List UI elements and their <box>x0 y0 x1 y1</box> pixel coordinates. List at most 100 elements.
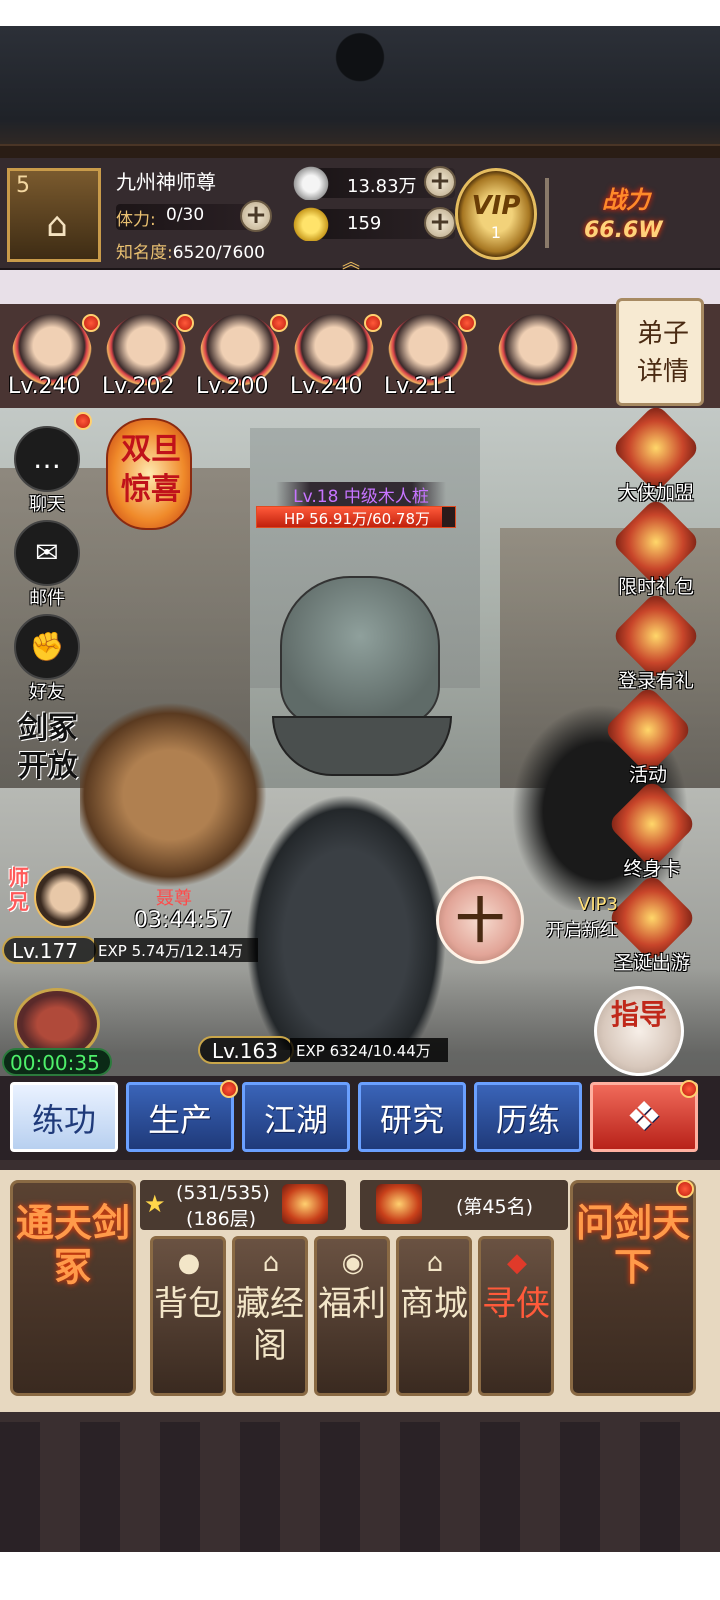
enemy-hp-text: HP 56.91万/60.78万 <box>283 510 431 528</box>
vip-label: VIP <box>471 191 521 221</box>
add-stamina-button[interactable]: + <box>240 200 272 232</box>
roof-ornament <box>320 26 400 104</box>
chat-button[interactable]: … 聊天 <box>8 424 86 515</box>
christmas-trip-label: 圣诞出游 <box>613 952 690 974</box>
library-button[interactable]: ⌂ 藏经阁 <box>232 1236 308 1396</box>
guide-button[interactable]: 指导 <box>594 986 684 1076</box>
boss-timer: 03:44:57 <box>134 908 233 933</box>
tab-practice[interactable]: 练功 <box>10 1082 118 1152</box>
disciple-slot[interactable]: Lv.240 <box>8 310 100 406</box>
sword-tomb-open-badge[interactable]: 剑冢开放 <box>8 710 88 790</box>
gift-box-icon[interactable] <box>376 1184 422 1224</box>
disciple-level: Lv.202 <box>102 374 175 399</box>
ranking-progress[interactable]: (第45名) <box>360 1180 568 1230</box>
hero-character[interactable] <box>236 780 456 1050</box>
hero-exp: EXP 6324/10.44万 <box>296 1042 431 1060</box>
shop-label: 商城 <box>400 1284 468 1324</box>
disciple-level: Lv.240 <box>290 374 363 399</box>
scroll-icon: ◆ <box>507 1248 527 1278</box>
senior-exp-bar: EXP 5.74万/12.14万 <box>94 938 258 962</box>
sword-tomb-label: 剑冢开放 <box>18 711 78 784</box>
hero-level-pill: Lv.163 <box>198 1036 294 1064</box>
tab-jianghu[interactable]: 江湖 <box>242 1082 350 1152</box>
tab-label: 历练 <box>495 1101 560 1139</box>
welfare-label: 福利 <box>318 1284 386 1324</box>
tab-label: 江湖 <box>263 1101 328 1139</box>
notification-dot <box>82 314 100 332</box>
sect-hall-timer-text: 00:00:35 <box>10 1051 100 1075</box>
fist-friends-icon: ✊ <box>14 614 80 680</box>
mail-button[interactable]: ✉ 邮件 <box>8 518 86 609</box>
bottom-bar <box>0 1552 720 1600</box>
senior-brother-slot[interactable]: 师兄 <box>4 866 98 932</box>
notification-dot <box>458 314 476 332</box>
disciple-portrait <box>498 314 578 394</box>
combat-power[interactable]: 战力 66.6W <box>584 180 704 250</box>
sword-world-card[interactable]: 问剑天下 <box>570 1180 696 1396</box>
vip-badge[interactable]: VIP 1 <box>455 168 537 260</box>
bag-icon: ● <box>177 1248 201 1278</box>
disciple-row: Lv.240 Lv.202 Lv.200 Lv.240 Lv.211 <box>0 304 720 408</box>
chat-label: 聊天 <box>29 494 65 515</box>
player-avatar[interactable]: 5 ⌂ <box>7 168 101 262</box>
hero-join-button[interactable]: 大侠加盟 <box>606 402 706 508</box>
sword-tomb-card[interactable]: 通天剑冢 <box>10 1180 136 1396</box>
dove-mail-icon: ✉ <box>14 520 80 586</box>
disciple-slot[interactable]: Lv.211 <box>384 310 476 406</box>
hero-exp-bar: EXP 6324/10.44万 <box>290 1038 448 1062</box>
enemy-name: Lv.18 中级木人桩 <box>276 482 446 507</box>
function-panel: 通天剑冢 ★ (531/535) (186层) (第45名) ● 背包 ⌂ 藏经… <box>0 1160 720 1422</box>
star-icon: ★ <box>144 1190 166 1218</box>
tab-label: 练功 <box>31 1101 96 1139</box>
welfare-button[interactable]: ◉ 福利 <box>314 1236 390 1396</box>
disciple-level: Lv.211 <box>384 374 457 399</box>
login-reward-button[interactable]: 登录有礼 <box>606 590 706 696</box>
disciple-slot[interactable]: Lv.240 <box>290 310 382 406</box>
vip3-subtext: 开启新红 <box>546 920 618 941</box>
tab-training[interactable]: 历练 <box>474 1082 582 1152</box>
tower-progress[interactable]: ★ (531/535) (186层) <box>140 1180 346 1230</box>
notification-dot <box>680 1080 698 1098</box>
notification-dot <box>676 1180 694 1198</box>
fame-label: 知名度: <box>116 243 173 263</box>
power-label: 战力 <box>602 186 650 214</box>
lifetime-card-button[interactable]: 终身卡 <box>602 778 702 884</box>
tab-production[interactable]: 生产 <box>126 1082 234 1152</box>
login-reward-label: 登录有礼 <box>617 670 694 692</box>
hero-level: Lv.163 <box>212 1039 278 1063</box>
pavilion-icon: ⌂ <box>46 205 68 245</box>
sword-world-card-label: 问剑天下 <box>575 1200 690 1289</box>
bag-button[interactable]: ● 背包 <box>150 1236 226 1396</box>
disciple-slot[interactable]: Lv.200 <box>196 310 288 406</box>
disciple-slot[interactable] <box>494 310 582 406</box>
bag-label: 背包 <box>154 1284 222 1324</box>
gold-ingot-icon <box>291 205 331 241</box>
roof-header <box>0 26 720 160</box>
limited-gift-button[interactable]: 限时礼包 <box>606 496 706 602</box>
disciple-level: Lv.240 <box>8 374 81 399</box>
activity-button[interactable]: 活动 <box>598 684 698 790</box>
disciple-slot[interactable]: Lv.202 <box>102 310 194 406</box>
gift-box-icon[interactable] <box>282 1184 328 1224</box>
notification-dot <box>270 314 288 332</box>
shop-button[interactable]: ⌂ 商城 <box>396 1236 472 1396</box>
pavilion-icon: ⌂ <box>262 1248 280 1278</box>
flower-icon: ❖ <box>626 1094 662 1140</box>
sect-hall-timer: 00:00:35 <box>2 1048 112 1076</box>
senior-level-pill: Lv.177 <box>2 936 98 964</box>
player-level: 5 <box>16 173 30 198</box>
disciple-level: Lv.200 <box>196 374 269 399</box>
gold-value: 159 <box>347 213 382 234</box>
toad-statue-enemy[interactable] <box>280 576 440 726</box>
seek-hero-label: 寻侠 <box>482 1284 550 1324</box>
tab-research[interactable]: 研究 <box>358 1082 466 1152</box>
add-disciple-button[interactable]: 十 <box>436 876 524 964</box>
add-gold-button[interactable]: + <box>424 207 456 239</box>
disciple-detail-button[interactable]: 弟子详情 <box>616 298 704 406</box>
divider <box>545 178 549 248</box>
add-silver-button[interactable]: + <box>424 166 456 198</box>
friends-button[interactable]: ✊ 好友 <box>8 612 86 703</box>
event-lantern-button[interactable]: 双旦惊喜 <box>106 418 192 530</box>
seek-hero-button[interactable]: ◆ 寻侠 <box>478 1236 554 1396</box>
silver-ingot-icon <box>291 164 331 200</box>
